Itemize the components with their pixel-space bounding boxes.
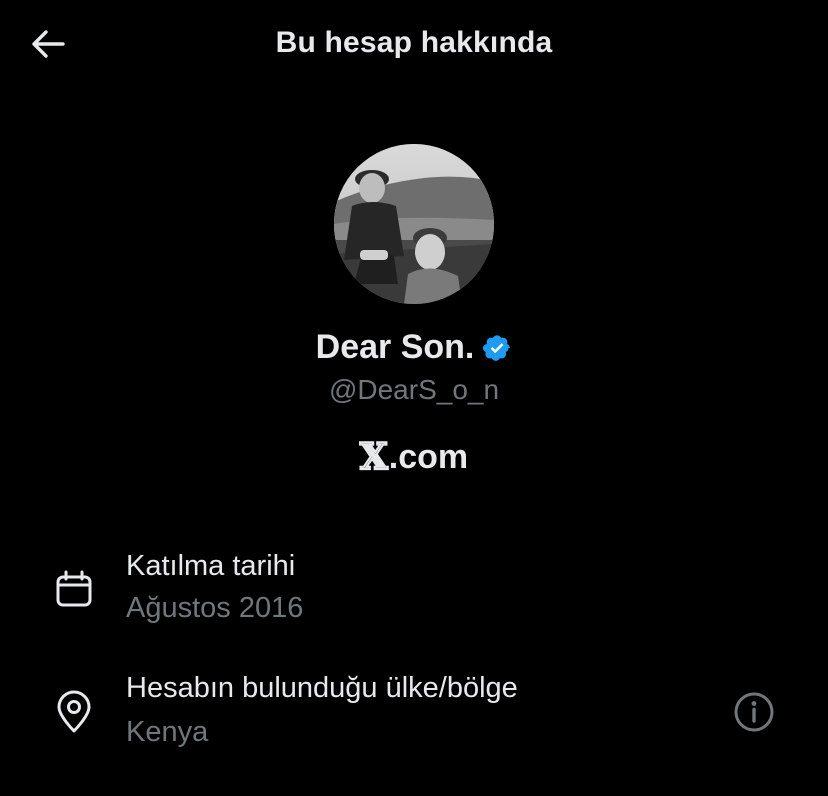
location-info-button[interactable] (732, 690, 776, 734)
avatar-photo (334, 144, 494, 304)
joined-date-row: Katılma tarihi Ağustos 2016 (0, 548, 828, 638)
about-account-screen: Bu hesap hakkında Dear Son. @DearS_o_n 𝕏… (0, 0, 828, 796)
joined-value: Ağustos 2016 (126, 592, 304, 624)
platform-suffix: .com (388, 437, 469, 476)
page-title: Bu hesap hakkında (275, 26, 553, 59)
location-pin-icon (52, 690, 96, 734)
avatar[interactable] (334, 144, 494, 304)
platform-label: 𝕏 .com (0, 436, 828, 479)
account-location-row: Hesabın bulunduğu ülke/bölge Kenya (0, 670, 828, 760)
info-icon (734, 692, 774, 732)
x-logo-icon: 𝕏 (359, 436, 388, 479)
verified-badge-icon (482, 333, 512, 363)
joined-label: Katılma tarihi (126, 550, 296, 582)
location-label: Hesabın bulunduğu ülke/bölge (126, 672, 518, 704)
calendar-icon (52, 568, 96, 612)
name-row: Dear Son. (0, 328, 828, 367)
display-name: Dear Son. (315, 328, 475, 366)
user-handle: @DearS_o_n (328, 374, 500, 405)
location-value: Kenya (126, 716, 209, 748)
